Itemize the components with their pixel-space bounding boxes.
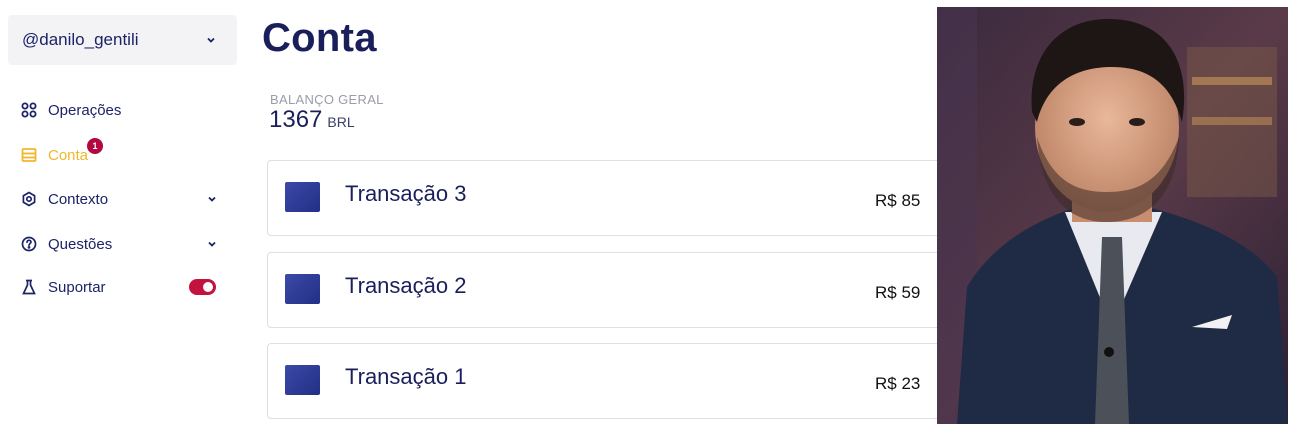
sidebar-item-contexto[interactable]: Contexto — [20, 184, 220, 214]
chevron-down-icon[interactable] — [208, 195, 216, 203]
sidebar-item-questoes[interactable]: Questões — [20, 229, 220, 259]
transaction-name: Transação 1 — [345, 364, 467, 389]
balance-currency: BRL — [327, 114, 355, 130]
balance-label: BALANÇO GERAL — [270, 92, 384, 107]
chevron-down-icon[interactable] — [208, 240, 216, 248]
transaction-card[interactable]: Transação 2 R$ 59 — [267, 252, 967, 328]
settings-icon — [20, 190, 38, 208]
transaction-name: Transação 3 — [345, 181, 467, 206]
sidebar-item-label: Questões — [48, 235, 113, 253]
account-handle: @danilo_gentili — [22, 30, 139, 49]
sidebar-item-suportar[interactable]: Suportar — [20, 272, 220, 302]
wallet-icon — [20, 146, 38, 164]
balance-value: 1367 BRL — [269, 106, 355, 134]
flask-icon — [20, 278, 38, 296]
transaction-amount: R$ 23 — [875, 374, 921, 393]
support-toggle[interactable] — [189, 279, 216, 295]
notification-badge: 1 — [87, 138, 103, 154]
transaction-thumbnail — [285, 365, 320, 395]
sidebar-item-label: Suportar — [48, 278, 106, 296]
transaction-thumbnail — [285, 274, 320, 304]
transaction-thumbnail — [285, 182, 320, 212]
balance-amount: 1367 — [269, 106, 323, 133]
page-title: Conta — [262, 16, 377, 60]
sidebar-item-label: Contexto — [48, 190, 109, 208]
sidebar-item-operacoes[interactable]: Operações — [20, 95, 220, 125]
transaction-card[interactable]: Transação 1 R$ 23 — [267, 343, 967, 419]
sidebar: @danilo_gentili Operações Conta 1 Contex — [0, 0, 245, 432]
grid-icon — [20, 101, 38, 119]
help-circle-icon — [20, 235, 38, 253]
transaction-amount: R$ 85 — [875, 191, 921, 210]
transaction-amount: R$ 59 — [875, 283, 921, 302]
transaction-card[interactable]: Transação 3 R$ 85 — [267, 160, 967, 236]
sidebar-item-label: Conta — [48, 146, 89, 164]
sidebar-item-label: Operações — [48, 101, 122, 119]
transaction-name: Transação 2 — [345, 273, 467, 298]
chevron-down-icon — [207, 36, 215, 44]
account-selector[interactable]: @danilo_gentili — [8, 15, 237, 65]
sidebar-item-conta[interactable]: Conta — [20, 140, 220, 170]
video-feed — [937, 7, 1288, 424]
